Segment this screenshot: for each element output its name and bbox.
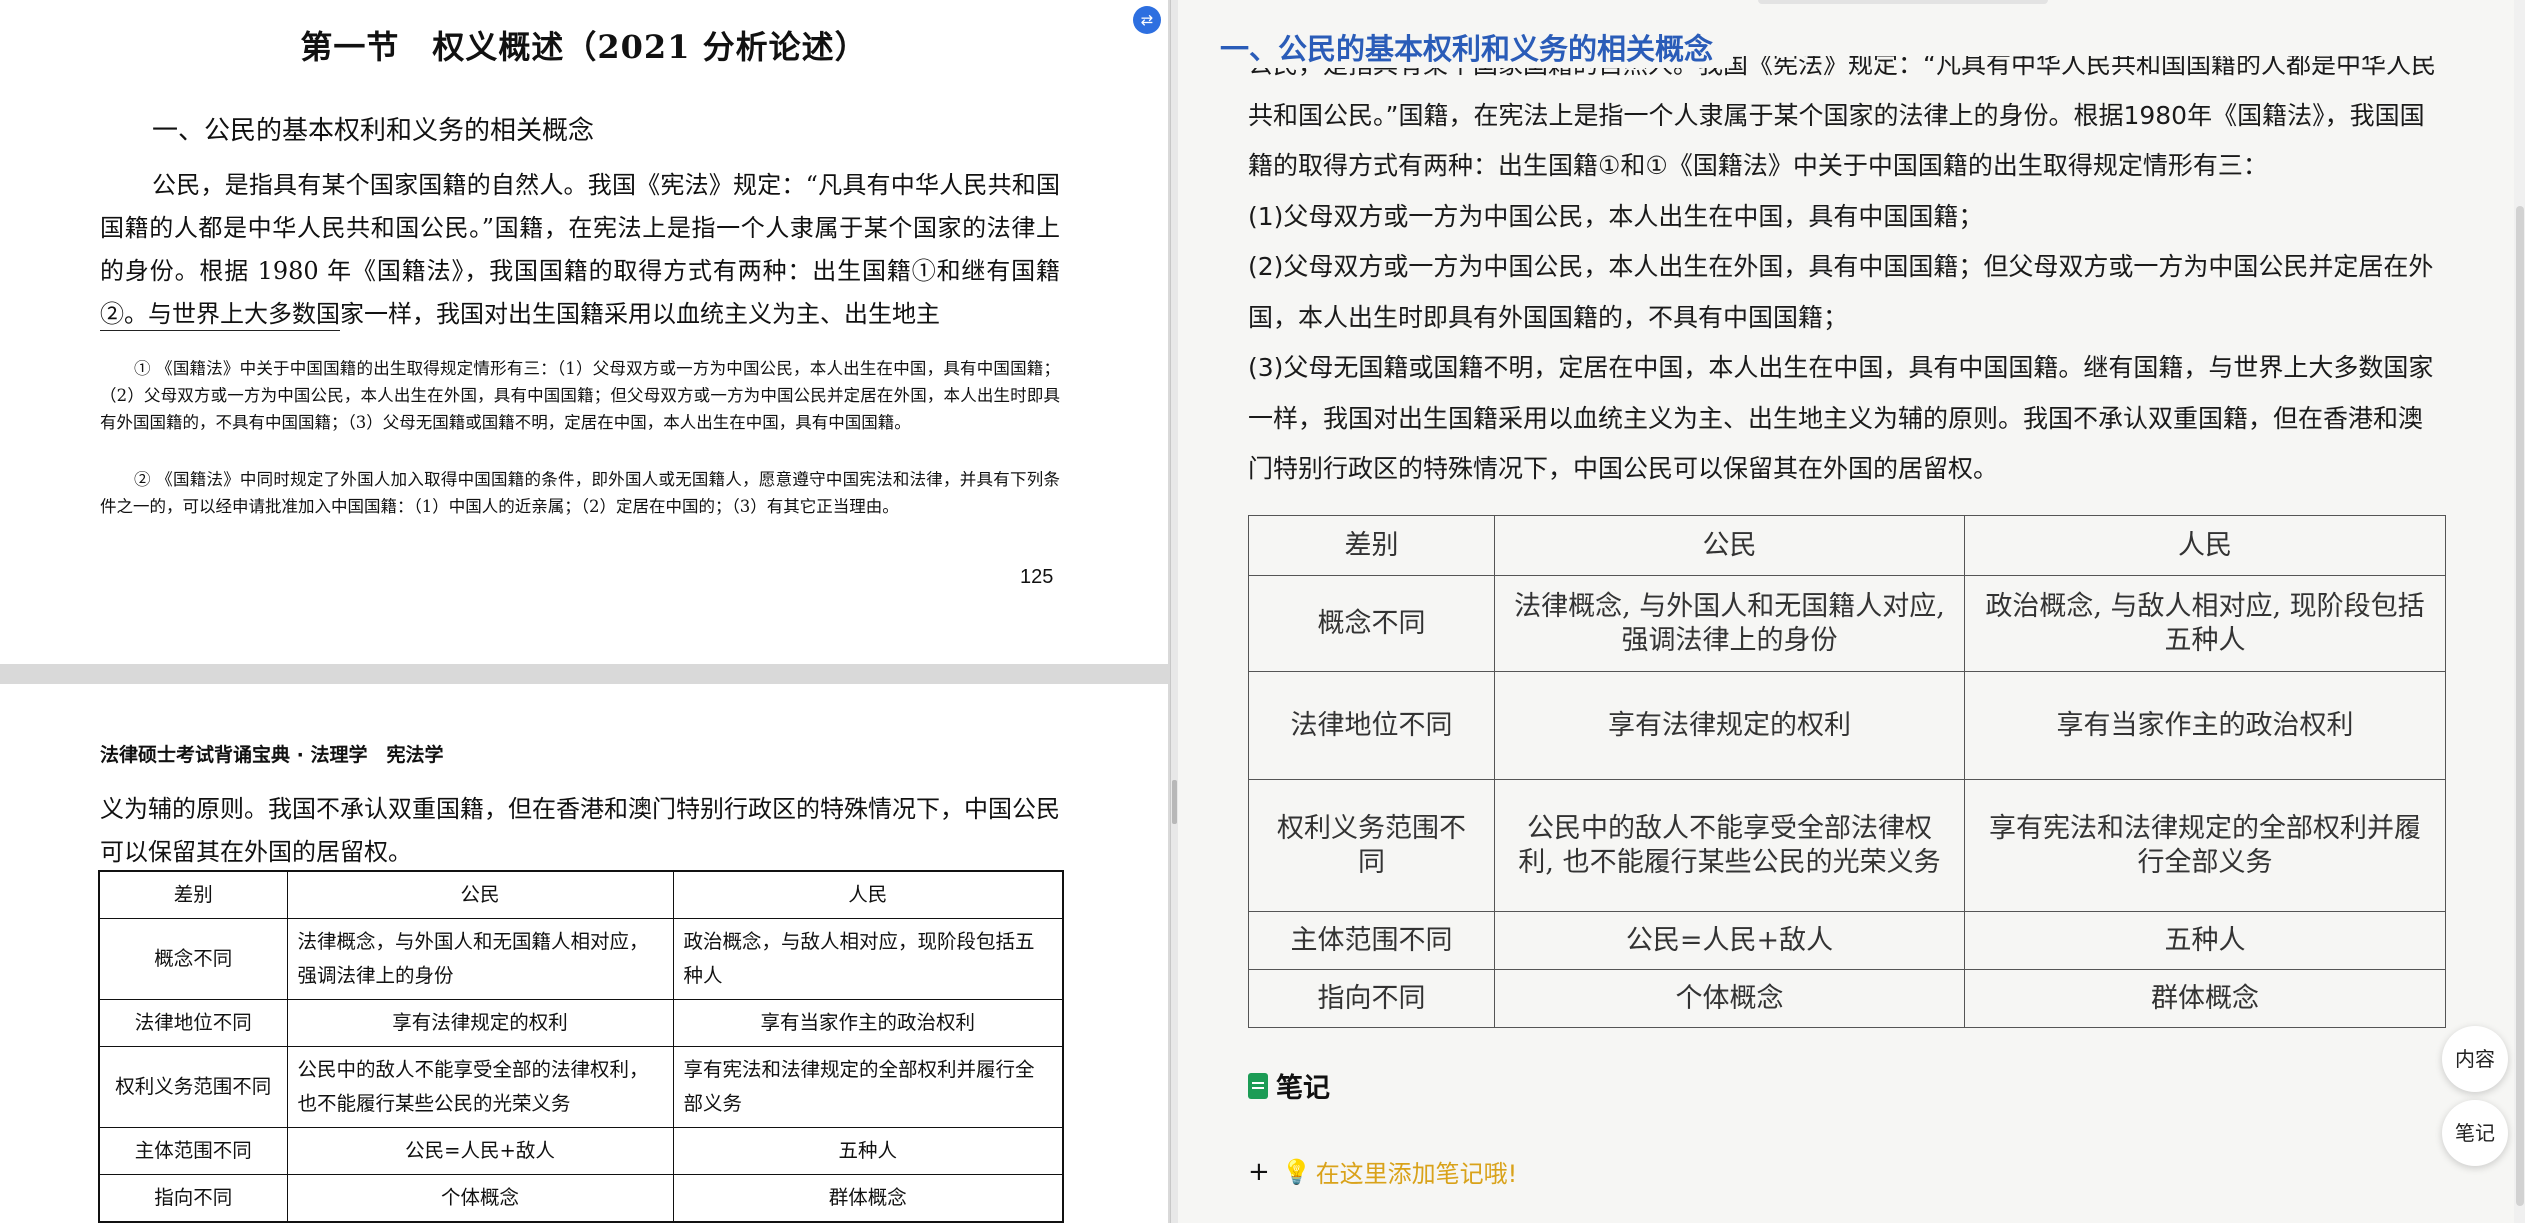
table-cell: 享有宪法和法律规定的全部权利并履行全部义务 (1964, 779, 2446, 912)
subsection-title: 一、公民的基本权利和义务的相关概念 (152, 116, 595, 146)
table-cell: 权利义务范围不同 (98, 1046, 288, 1128)
table-row: 指向不同 个体概念 群体概念 (1248, 969, 2446, 1028)
pane-splitter[interactable] (1170, 0, 1178, 1223)
table-header-cell: 差别 (1248, 515, 1495, 576)
table-cell: 五种人 (672, 1127, 1064, 1175)
pdf-viewer[interactable]: 第一节 权义概述（2021 分析论述） 一、公民的基本权利和义务的相关概念 公民… (0, 0, 1170, 1223)
clipboard-icon (1248, 1072, 1268, 1099)
table-row: 概念不同 法律概念, 与外国人和无国籍人对应, 强调法律上的身份 政治概念, 与… (1248, 575, 2446, 672)
table-row: 法律地位不同 享有法律规定的权利 享有当家作主的政治权利 (98, 999, 1064, 1047)
table-cell: 公民中的敌人不能享受全部的法律权利，也不能履行某些公民的光荣义务 (286, 1046, 674, 1128)
footnote-1: ① 《国籍法》中关于中国国籍的出生取得规定情形有三：（1）父母双方或一方为中国公… (100, 359, 1060, 432)
body-paragraph: 公民，是指具有某个国家国籍的自然人。我国《宪法》规定：“凡具有中华人民共和国国籍… (100, 171, 1060, 328)
comparison-table: 差别 公民 人民 概念不同 法律概念，与外国人和无国籍人相对应，强调法律上的身份… (98, 870, 1064, 1223)
table-cell: 公民中的敌人不能享受全部法律权利, 也不能履行某些公民的光荣义务 (1494, 779, 1965, 912)
panel-heading: 一、公民的基本权利和义务的相关概念 (1220, 26, 1734, 68)
table-cell: 概念不同 (98, 918, 288, 1000)
content-paragraph: (1)父母双方或一方为中国公民，本人出生在中国，具有中国国籍； (1248, 201, 1984, 231)
splitter-grip[interactable] (1172, 780, 1177, 824)
content-paragraph: (2)父母双方或一方为中国公民，本人出生在外国，具有中国国籍；但父母双方或一方为… (1248, 252, 2434, 332)
table-header-row: 差别 公民 人民 (1248, 515, 2446, 576)
table-cell: 个体概念 (1494, 969, 1965, 1028)
table-cell: 主体范围不同 (1248, 911, 1495, 970)
table-cell: 法律概念，与外国人和无国籍人相对应，强调法律上的身份 (286, 918, 674, 1000)
add-note-label: 在这里添加笔记哦! (1315, 1160, 1518, 1188)
content-paragraph: (3)父母无国籍或国籍不明，定居在中国，本人出生在中国，具有中国国籍。继有国籍，… (1248, 353, 2434, 483)
table-header-cell: 人民 (672, 870, 1064, 919)
add-note-button[interactable]: + 💡 在这里添加笔记哦! (1248, 1154, 1517, 1189)
table-cell: 主体范围不同 (98, 1127, 288, 1175)
table-cell: 法律地位不同 (98, 999, 288, 1047)
notes-panel[interactable]: 一、公民的基本权利和义务的相关概念 公民，是指具有某个国家国籍的自然人。我国《宪… (1178, 0, 2525, 1223)
table-row: 权利义务范围不同 公民中的敌人不能享受全部法律权利, 也不能履行某些公民的光荣义… (1248, 779, 2446, 912)
table-cell: 指向不同 (1248, 969, 1495, 1028)
pdf-page-125: 第一节 权义概述（2021 分析论述） 一、公民的基本权利和义务的相关概念 公民… (0, 0, 1168, 664)
pdf-page-126: 法律硕士考试背诵宝典 · 法理学 宪法学 义为辅的原则。我国不承认双重国籍，但在… (0, 684, 1168, 1223)
running-header: 法律硕士考试背诵宝典 · 法理学 宪法学 (100, 744, 444, 766)
table-row: 概念不同 法律概念，与外国人和无国籍人相对应，强调法律上的身份 政治概念，与敌人… (98, 918, 1064, 1000)
table-cell: 享有法律规定的权利 (1494, 671, 1965, 780)
table-header-cell: 公民 (286, 870, 674, 919)
table-cell: 政治概念, 与敌人相对应, 现阶段包括五种人 (1964, 575, 2446, 672)
table-cell: 群体概念 (1964, 969, 2446, 1028)
plus-icon: + (1248, 1156, 1270, 1187)
notes-title-label: 笔记 (1276, 1073, 1330, 1104)
table-cell: 享有法律规定的权利 (286, 999, 674, 1047)
table-header-cell: 公民 (1494, 515, 1965, 576)
table-cell: 五种人 (1964, 911, 2446, 970)
table-cell: 指向不同 (98, 1174, 288, 1223)
page-number: 125 (1020, 566, 1054, 588)
table-cell: 群体概念 (672, 1174, 1064, 1223)
translate-icon[interactable]: ⇄ (1133, 6, 1161, 34)
notes-tab-button[interactable]: 笔记 (2442, 1100, 2508, 1166)
lightbulb-icon: 💡 (1281, 1157, 1312, 1186)
table-cell: 法律概念, 与外国人和无国籍人对应, 强调法律上的身份 (1494, 575, 1965, 672)
table-cell: 概念不同 (1248, 575, 1495, 672)
table-cell: 政治概念，与敌人相对应，现阶段包括五种人 (672, 918, 1064, 1000)
table-cell: 享有宪法和法律规定的全部权利并履行全部义务 (672, 1046, 1064, 1128)
footnote-divider (100, 330, 340, 331)
body-paragraph: 义为辅的原则。我国不承认双重国籍，但在香港和澳门特别行政区的特殊情况下，中国公民… (100, 795, 1060, 866)
table-row: 法律地位不同 享有法律规定的权利 享有当家作主的政治权利 (1248, 671, 2446, 780)
table-header-cell: 差别 (98, 870, 288, 919)
table-cell: 享有当家作主的政治权利 (1964, 671, 2446, 780)
table-header-row: 差别 公民 人民 (98, 870, 1064, 919)
comparison-table: 差别 公民 人民 概念不同 法律概念, 与外国人和无国籍人对应, 强调法律上的身… (1248, 515, 2446, 1028)
table-cell: 享有当家作主的政治权利 (672, 999, 1064, 1047)
table-row: 权利义务范围不同 公民中的敌人不能享受全部的法律权利，也不能履行某些公民的光荣义… (98, 1046, 1064, 1128)
footnote-2: ② 《国籍法》中同时规定了外国人加入取得中国国籍的条件，即外国人或无国籍人，愿意… (100, 470, 1060, 516)
scrollbar-thumb[interactable] (2516, 206, 2524, 1206)
content-paragraph: 公民，是指具有某个国家国籍的自然人。我国《宪法》规定：“凡具有中华人民共和国国籍… (1248, 56, 2436, 180)
content-tab-button[interactable]: 内容 (2442, 1026, 2508, 1092)
section-title: 第一节 权义概述（2021 分析论述） (300, 28, 868, 66)
table-row: 主体范围不同 公民=人民+敌人 五种人 (98, 1127, 1064, 1175)
table-cell: 公民=人民+敌人 (1494, 911, 1965, 970)
table-cell: 公民=人民+敌人 (286, 1127, 674, 1175)
table-cell: 个体概念 (286, 1174, 674, 1223)
table-cell: 权利义务范围不同 (1248, 779, 1495, 912)
table-row: 指向不同 个体概念 群体概念 (98, 1174, 1064, 1223)
table-header-cell: 人民 (1964, 515, 2446, 576)
table-row: 主体范围不同 公民=人民+敌人 五种人 (1248, 911, 2446, 970)
panel-top-handle (1758, 0, 2048, 4)
table-cell: 法律地位不同 (1248, 671, 1495, 780)
notes-section-title: 笔记 (1248, 1066, 1330, 1105)
